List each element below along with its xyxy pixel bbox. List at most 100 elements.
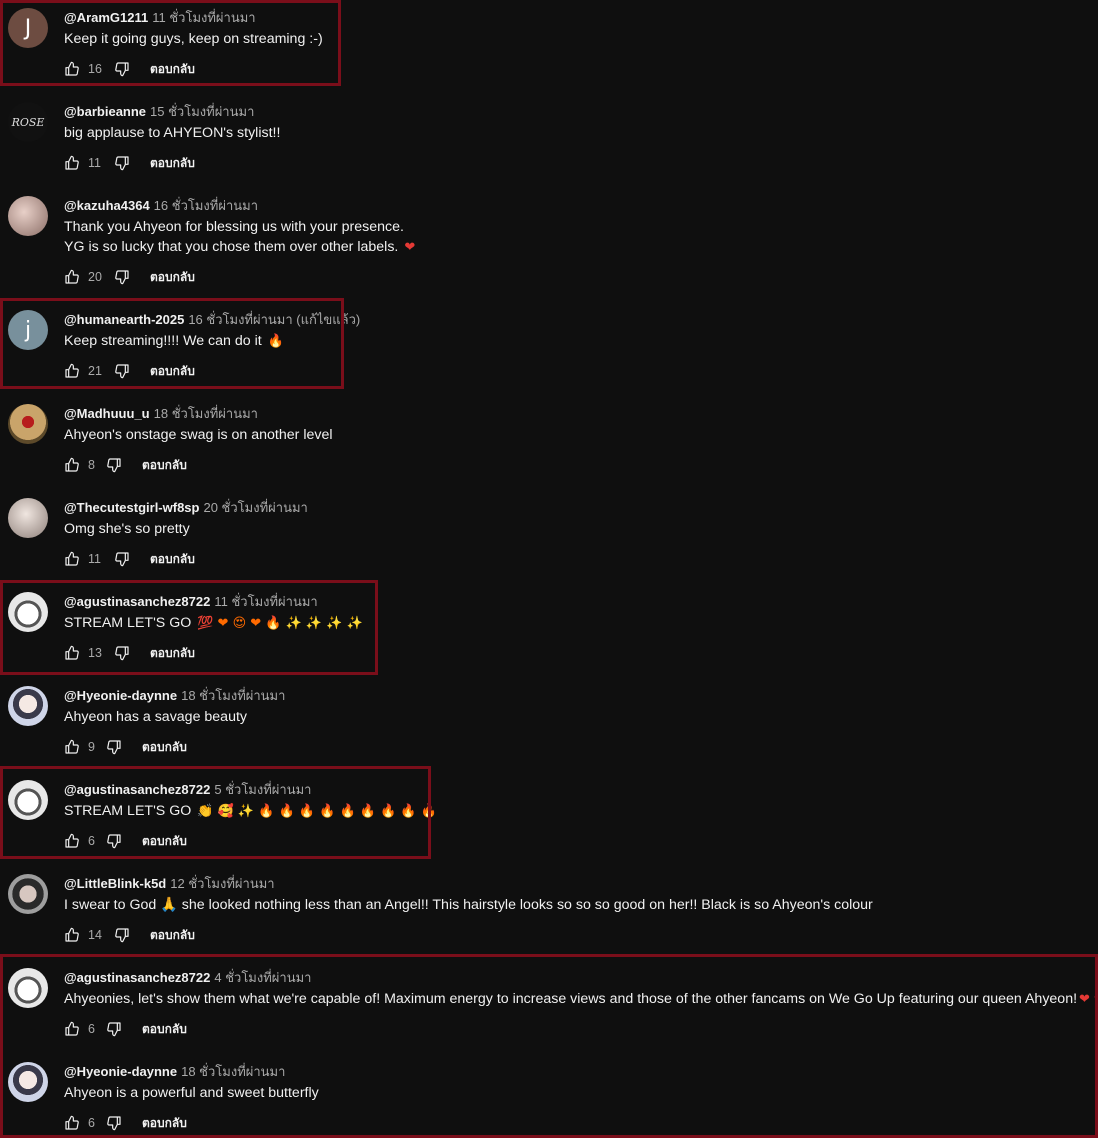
like-count: 6 [88,1022,95,1036]
thumbs-up-icon[interactable] [64,551,80,567]
comment-time[interactable]: 20 ชั่วโมงที่ผ่านมา [203,500,307,515]
comment-time[interactable]: 15 ชั่วโมงที่ผ่านมา [150,104,254,119]
thumbs-up-icon[interactable] [64,155,80,171]
avatar[interactable] [8,1062,48,1102]
reply-button[interactable]: ตอบกลับ [150,644,195,663]
comment: @agustinasanchez8722 5 ชั่วโมงที่ผ่านมา S… [0,772,1098,866]
thumbs-down-icon[interactable] [106,1115,122,1131]
comment-actions: 11 ตอบกลับ [64,152,195,174]
like-count: 16 [88,62,102,76]
comment-text-line: Ahyeonies, let's show them what we're ca… [64,991,1078,1007]
reply-button[interactable]: ตอบกลับ [150,550,195,569]
reply-button[interactable]: ตอบกลับ [142,1020,187,1039]
comment-text: I swear to God 🙏 she looked nothing less… [64,895,873,915]
reply-button[interactable]: ตอบกลับ [142,456,187,475]
thumbs-up-icon[interactable] [64,927,80,943]
comment-author[interactable]: @AramG1211 [64,10,148,25]
avatar[interactable]: ROSE [8,102,48,142]
comment-header: @humanearth-2025 16 ชั่วโมงที่ผ่านมา (แก้… [64,309,360,330]
comment-time[interactable]: 11 ชั่วโมงที่ผ่านมา [214,594,317,609]
comment-actions: 6 ตอบกลับ [64,1018,187,1040]
thumbs-down-icon[interactable] [106,1021,122,1037]
like-count: 8 [88,458,95,472]
avatar[interactable] [8,196,48,236]
thumbs-up-icon[interactable] [64,1115,80,1131]
comment-time[interactable]: 16 ชั่วโมงที่ผ่านมา [154,198,258,213]
comment-time[interactable]: 4 ชั่วโมงที่ผ่านมา [214,970,311,985]
comment-time[interactable]: 11 ชั่วโมงที่ผ่านมา [152,10,255,25]
comment-time[interactable]: 18 ชั่วโมงที่ผ่านมา [181,688,285,703]
avatar[interactable]: J [8,8,48,48]
thumbs-up-icon[interactable] [64,739,80,755]
reply-button[interactable]: ตอบกลับ [150,268,195,287]
comment-author[interactable]: @agustinasanchez8722 [64,782,210,797]
reply-button[interactable]: ตอบกลับ [150,362,195,381]
thumbs-down-icon[interactable] [106,739,122,755]
thumbs-up-icon[interactable] [64,269,80,285]
comment: ROSE @barbieanne 15 ชั่วโมงที่ผ่านมา big … [0,94,1098,188]
thumbs-down-icon[interactable] [114,269,130,285]
comment-actions: 6 ตอบกลับ [64,1112,187,1134]
thumbs-down-icon[interactable] [114,927,130,943]
avatar[interactable]: j [8,310,48,350]
thumbs-down-icon[interactable] [114,61,130,77]
reply-button[interactable]: ตอบกลับ [142,832,187,851]
avatar[interactable] [8,592,48,632]
comment-text: STREAM LET'S GO 👏 🥰 ✨ 🔥 🔥 🔥 🔥 🔥 🔥 🔥 🔥 🔥 [64,801,437,822]
thumbs-down-icon[interactable] [106,457,122,473]
thumbs-up-icon[interactable] [64,363,80,379]
avatar[interactable] [8,874,48,914]
thumbs-up-icon[interactable] [64,833,80,849]
avatar[interactable] [8,686,48,726]
comment-time[interactable]: 5 ชั่วโมงที่ผ่านมา [214,782,311,797]
reply-button[interactable]: ตอบกลับ [142,1114,187,1133]
thumbs-down-icon[interactable] [106,833,122,849]
avatar[interactable] [8,968,48,1008]
comment-author[interactable]: @Madhuuu_u [64,406,150,421]
thumbs-up-icon[interactable] [64,61,80,77]
comment-author[interactable]: @agustinasanchez8722 [64,594,210,609]
comment-author[interactable]: @LittleBlink-k5d [64,876,166,891]
thumbs-down-icon[interactable] [114,645,130,661]
comment-author[interactable]: @agustinasanchez8722 [64,970,210,985]
fire-emoji: 🔥 [267,334,284,349]
thumbs-down-icon[interactable] [114,551,130,567]
reply-button[interactable]: ตอบกลับ [150,154,195,173]
comment-author[interactable]: @Hyeonie-daynne [64,688,177,703]
comment-header: @agustinasanchez8722 4 ชั่วโมงที่ผ่านมา [64,967,311,988]
comment-text-line: YG is so lucky that you chose them over … [64,239,399,255]
comment-time[interactable]: 16 ชั่วโมงที่ผ่านมา (แก้ไขแล้ว) [188,312,360,327]
reply-button[interactable]: ตอบกลับ [150,926,195,945]
like-count: 6 [88,834,95,848]
comment-time[interactable]: 12 ชั่วโมงที่ผ่านมา [170,876,274,891]
thumbs-down-icon[interactable] [114,155,130,171]
comment-text-line: big applause to AHYEON's stylist!! [64,125,281,141]
like-count: 21 [88,364,102,378]
comment-author[interactable]: @Hyeonie-daynne [64,1064,177,1079]
comment-time[interactable]: 18 ชั่วโมงที่ผ่านมา [181,1064,285,1079]
comment-actions: 20 ตอบกลับ [64,266,195,288]
like-count: 6 [88,1116,95,1130]
reply-button[interactable]: ตอบกลับ [150,60,195,79]
reply-button[interactable]: ตอบกลับ [142,738,187,757]
comment-author[interactable]: @barbieanne [64,104,146,119]
comment-author[interactable]: @kazuha4364 [64,198,150,213]
comment-header: @Hyeonie-daynne 18 ชั่วโมงที่ผ่านมา [64,1061,285,1082]
thumbs-up-icon[interactable] [64,645,80,661]
avatar[interactable] [8,498,48,538]
avatar[interactable] [8,780,48,820]
comment-text-line: I swear to God 🙏 she looked nothing less… [64,897,873,913]
comment-author[interactable]: @Thecutestgirl-wf8sp [64,500,199,515]
comment-text: Keep it going guys, keep on streaming :-… [64,29,323,49]
comment-author[interactable]: @humanearth-2025 [64,312,184,327]
avatar[interactable] [8,404,48,444]
comment-header: @agustinasanchez8722 11 ชั่วโมงที่ผ่านมา [64,591,318,612]
comment-time[interactable]: 18 ชั่วโมงที่ผ่านมา [154,406,258,421]
thumbs-down-icon[interactable] [114,363,130,379]
comment-actions: 6 ตอบกลับ [64,830,187,852]
comment: @LittleBlink-k5d 12 ชั่วโมงที่ผ่านมา I sw… [0,866,1098,960]
comment: @Thecutestgirl-wf8sp 20 ชั่วโมงที่ผ่านมา … [0,490,1098,584]
comment-header: @kazuha4364 16 ชั่วโมงที่ผ่านมา [64,195,258,216]
thumbs-up-icon[interactable] [64,1021,80,1037]
thumbs-up-icon[interactable] [64,457,80,473]
